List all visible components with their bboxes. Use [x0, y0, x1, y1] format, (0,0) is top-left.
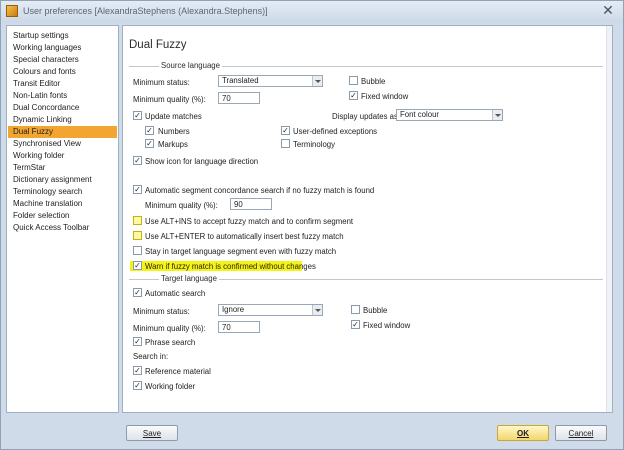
source-bubble-label: Bubble	[361, 77, 386, 86]
phrase-search-label: Phrase search	[145, 338, 196, 347]
markups-label: Markups	[158, 140, 188, 149]
target-fixed-window-checkbox[interactable]	[351, 320, 360, 329]
nav-item-machine-translation[interactable]: Machine translation	[8, 198, 117, 210]
search-in-label: Search in:	[133, 352, 169, 361]
nav-item-termstar[interactable]: TermStar	[8, 162, 117, 174]
settings-panel: Dual Fuzzy Source language Minimum statu…	[122, 25, 613, 413]
alt-ins-checkbox[interactable]	[133, 216, 142, 225]
nav-item-dictionary-assignment[interactable]: Dictionary assignment	[8, 174, 117, 186]
ok-button-label: OK	[517, 429, 529, 438]
update-matches-checkbox[interactable]	[133, 111, 142, 120]
reference-material-checkbox[interactable]	[133, 366, 142, 375]
nav-item-special-characters[interactable]: Special characters	[8, 54, 117, 66]
reference-material-label: Reference material	[145, 367, 211, 376]
window-title: User preferences [AlexandraStephens (Ale…	[23, 6, 268, 16]
source-min-quality-input[interactable]	[218, 92, 260, 104]
nav-item-dual-concordance[interactable]: Dual Concordance	[8, 102, 117, 114]
source-fixed-window-label: Fixed window	[361, 92, 409, 101]
alt-enter-label: Use ALT+ENTER to automatically insert be…	[145, 232, 344, 241]
stay-in-target-checkbox[interactable]	[133, 246, 142, 255]
target-group-label: Target language	[159, 274, 219, 283]
working-folder-label: Working folder	[145, 382, 196, 391]
target-bubble-checkbox[interactable]	[351, 305, 360, 314]
markups-checkbox[interactable]	[145, 139, 154, 148]
save-button[interactable]: Save	[126, 425, 178, 441]
preferences-window: User preferences [AlexandraStephens (Ale…	[0, 0, 624, 450]
app-icon	[6, 5, 18, 17]
warn-unchanged-checkbox[interactable]	[133, 261, 142, 270]
numbers-checkbox[interactable]	[145, 126, 154, 135]
target-bubble-label: Bubble	[363, 306, 388, 315]
display-updates-select[interactable]: Font colour	[396, 109, 503, 121]
alt-ins-label: Use ALT+INS to accept fuzzy match and to…	[145, 217, 354, 226]
user-defined-exceptions-checkbox[interactable]	[281, 126, 290, 135]
phrase-search-checkbox[interactable]	[133, 337, 142, 346]
target-min-status-value: Ignore	[222, 305, 245, 314]
nav-item-folder-selection[interactable]: Folder selection	[8, 210, 117, 222]
nav-item-dynamic-linking[interactable]: Dynamic Linking	[8, 114, 117, 126]
nav-item-startup-settings[interactable]: Startup settings	[8, 30, 117, 42]
target-min-quality-input[interactable]	[218, 321, 260, 333]
numbers-label: Numbers	[158, 127, 190, 136]
show-icon-checkbox[interactable]	[133, 156, 142, 165]
nav-item-quick-access-toolbar[interactable]: Quick Access Toolbar	[8, 222, 117, 234]
cancel-button[interactable]: Cancel	[555, 425, 607, 441]
stay-in-target-label: Stay in target language segment even wit…	[145, 247, 337, 256]
source-group-label: Source language	[159, 61, 222, 70]
nav-item-non-latin-fonts[interactable]: Non-Latin fonts	[8, 90, 117, 102]
source-fixed-window-checkbox[interactable]	[349, 91, 358, 100]
auto-concordance-checkbox[interactable]	[133, 185, 142, 194]
working-folder-checkbox[interactable]	[133, 381, 142, 390]
panel-scrollbar[interactable]	[606, 26, 612, 412]
save-button-label: Save	[142, 429, 162, 438]
user-defined-exceptions-label: User-defined exceptions	[293, 127, 378, 136]
auto-min-quality-input[interactable]	[230, 198, 272, 210]
target-min-status-select[interactable]: Ignore	[218, 304, 323, 316]
nav-item-synchronised-view[interactable]: Synchronised View	[8, 138, 117, 150]
auto-min-quality-label: Minimum quality (%):	[145, 201, 218, 210]
ok-button[interactable]: OK	[497, 425, 549, 441]
target-min-quality-label: Minimum quality (%):	[133, 324, 206, 333]
source-bubble-checkbox[interactable]	[349, 76, 358, 85]
display-updates-value: Font colour	[400, 110, 440, 119]
auto-concordance-label: Automatic segment concordance search if …	[145, 186, 375, 195]
title-bar[interactable]: User preferences [AlexandraStephens (Ale…	[1, 1, 623, 23]
target-auto-search-checkbox[interactable]	[133, 288, 142, 297]
chevron-down-icon	[312, 305, 322, 315]
preferences-nav: Startup settings Working languages Speci…	[6, 25, 119, 413]
alt-enter-checkbox[interactable]	[133, 231, 142, 240]
nav-item-terminology-search[interactable]: Terminology search	[8, 186, 117, 198]
terminology-checkbox[interactable]	[281, 139, 290, 148]
chevron-down-icon	[492, 110, 502, 120]
close-button[interactable]: ✕	[599, 2, 617, 18]
target-fixed-window-label: Fixed window	[363, 321, 411, 330]
cancel-button-label: Cancel	[568, 429, 594, 438]
nav-item-dual-fuzzy[interactable]: Dual Fuzzy	[8, 126, 117, 138]
chevron-down-icon	[312, 76, 322, 86]
display-updates-label: Display updates as	[332, 112, 398, 121]
target-auto-search-label: Automatic search	[145, 289, 206, 298]
terminology-label: Terminology	[293, 140, 336, 149]
source-min-status-select[interactable]: Translated	[218, 75, 323, 87]
source-min-status-value: Translated	[222, 76, 259, 85]
source-min-status-label: Minimum status:	[133, 78, 190, 87]
show-icon-label: Show icon for language direction	[145, 157, 259, 166]
source-min-quality-label: Minimum quality (%):	[133, 95, 206, 104]
target-min-status-label: Minimum status:	[133, 307, 190, 316]
nav-item-colours-and-fonts[interactable]: Colours and fonts	[8, 66, 117, 78]
nav-item-working-languages[interactable]: Working languages	[8, 42, 117, 54]
nav-item-working-folder[interactable]: Working folder	[8, 150, 117, 162]
warn-unchanged-label: Warn if fuzzy match is confirmed without…	[145, 262, 316, 271]
nav-item-transit-editor[interactable]: Transit Editor	[8, 78, 117, 90]
update-matches-label: Update matches	[145, 112, 202, 121]
page-title: Dual Fuzzy	[129, 39, 187, 51]
